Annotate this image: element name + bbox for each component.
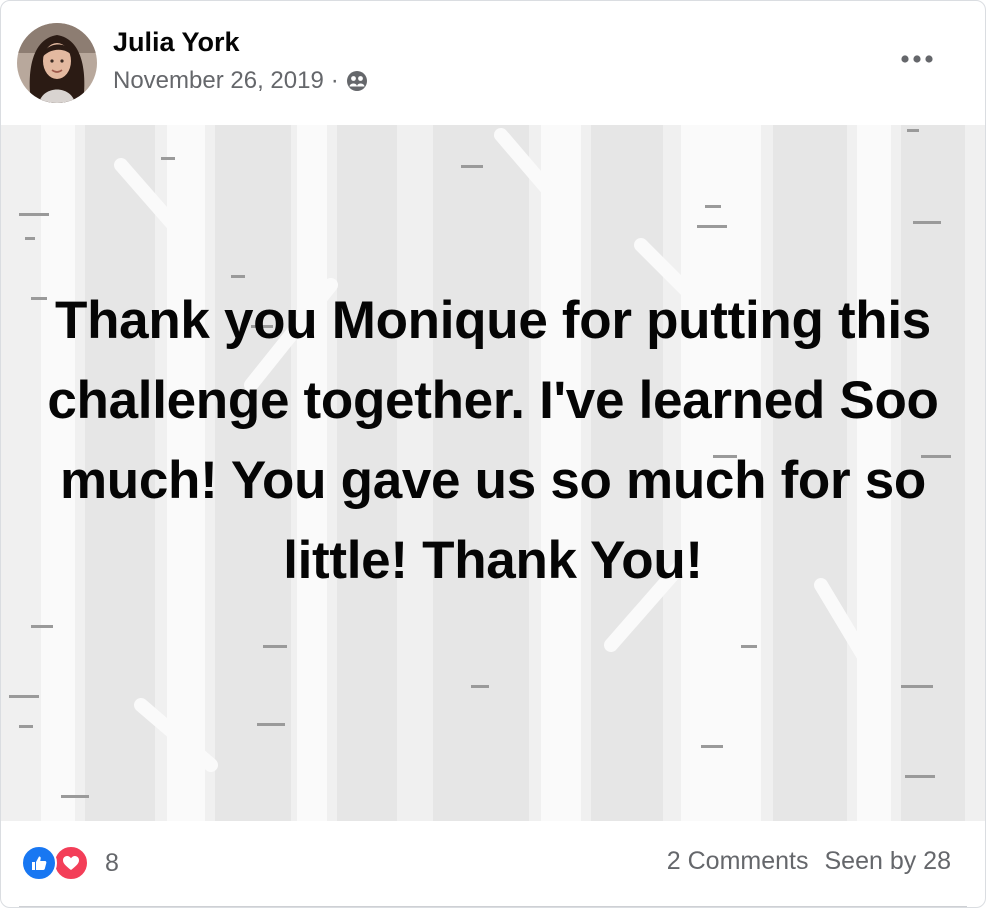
post-header: Julia York November 26, 2019 ·: [1, 1, 985, 125]
like-icon: [21, 845, 57, 881]
author-avatar[interactable]: [17, 23, 97, 103]
author-name[interactable]: Julia York: [113, 27, 240, 58]
post-card: Julia York November 26, 2019 · Thank you…: [0, 0, 986, 908]
post-footer: 8 2 Comments Seen by 28: [1, 821, 985, 907]
ellipsis-icon: [901, 55, 933, 63]
friends-icon[interactable]: [345, 69, 369, 93]
seen-by-link[interactable]: Seen by 28: [825, 847, 952, 876]
footer-divider: [19, 906, 967, 907]
love-icon: [53, 845, 89, 881]
comments-count-link[interactable]: 2 Comments: [667, 847, 809, 876]
avatar-image: [17, 23, 97, 103]
reaction-count: 8: [105, 848, 119, 877]
reactions-summary[interactable]: 8: [21, 845, 119, 881]
more-options-button[interactable]: [885, 37, 949, 81]
meta-separator: ·: [330, 67, 339, 94]
status-text: Thank you Monique for putting this chall…: [47, 291, 939, 590]
status-background: Thank you Monique for putting this chall…: [1, 125, 985, 821]
post-stats: 2 Comments Seen by 28: [667, 847, 951, 876]
post-date[interactable]: November 26, 2019: [113, 67, 324, 95]
post-meta: November 26, 2019 ·: [113, 67, 369, 95]
